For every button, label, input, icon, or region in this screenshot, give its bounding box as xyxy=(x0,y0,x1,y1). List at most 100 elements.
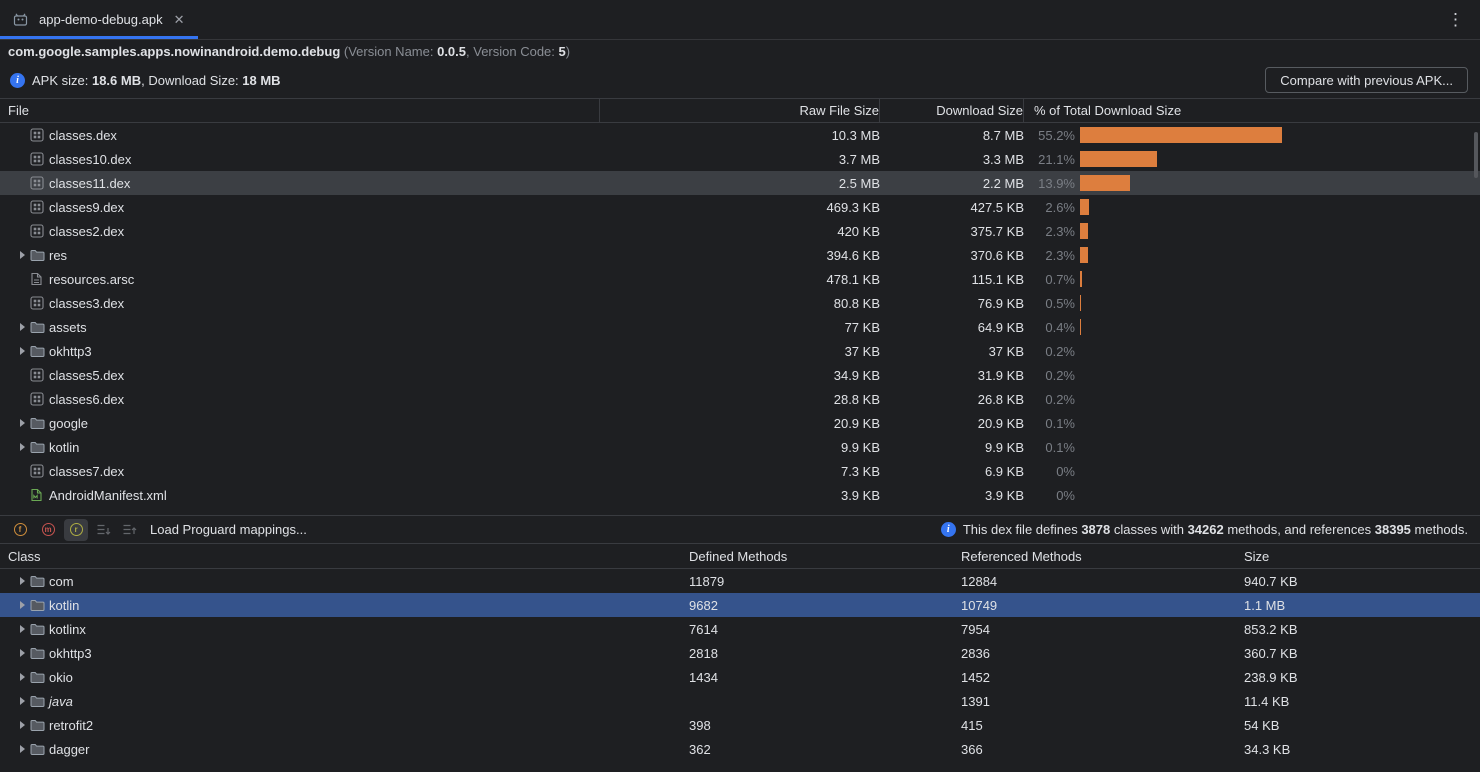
class-row[interactable]: retrofit239841554 KB xyxy=(0,713,1480,737)
file-row[interactable]: classes3.dex80.8 KB76.9 KB0.5% xyxy=(0,291,1480,315)
show-fields-toggle[interactable]: f xyxy=(8,519,32,541)
chevron-right-icon[interactable] xyxy=(14,745,30,753)
class-size: 34.3 KB xyxy=(1240,742,1480,757)
load-proguard-mappings-link[interactable]: Load Proguard mappings... xyxy=(150,522,307,537)
download-size: 375.7 KB xyxy=(880,224,1024,239)
download-size-value: 18 MB xyxy=(242,73,280,88)
class-name-cell: java xyxy=(0,694,685,709)
apk-size-bar: iAPK size: 18.6 MB, Download Size: 18 MB… xyxy=(0,62,1480,98)
class-name: retrofit2 xyxy=(49,718,93,733)
class-table-header: Class Defined Methods Referenced Methods… xyxy=(0,544,1480,569)
raw-file-size: 77 KB xyxy=(600,320,880,335)
chevron-right-icon[interactable] xyxy=(14,625,30,633)
file-row[interactable]: classes10.dex3.7 MB3.3 MB21.1% xyxy=(0,147,1480,171)
dex-toolbar: f m r Load Proguard mappings... iThis de… xyxy=(0,515,1480,544)
pct-of-total: 21.1% xyxy=(1024,152,1080,167)
download-size: 20.9 KB xyxy=(880,416,1024,431)
class-row[interactable]: dagger36236634.3 KB xyxy=(0,737,1480,761)
chevron-right-icon[interactable] xyxy=(14,251,30,259)
class-table-body: com1187912884940.7 KBkotlin9682107491.1 … xyxy=(0,569,1480,761)
dex-referenced-count: 38395 xyxy=(1375,522,1411,537)
chevron-right-icon[interactable] xyxy=(14,347,30,355)
file-row[interactable]: resources.arsc478.1 KB115.1 KB0.7% xyxy=(0,267,1480,291)
download-size: 64.9 KB xyxy=(880,320,1024,335)
more-options-icon[interactable]: ⋮ xyxy=(1431,0,1480,39)
compare-apk-button[interactable]: Compare with previous APK... xyxy=(1265,67,1468,93)
file-row[interactable]: kotlin9.9 KB9.9 KB0.1% xyxy=(0,435,1480,459)
class-row[interactable]: kotlin9682107491.1 MB xyxy=(0,593,1480,617)
referenced-methods: 1452 xyxy=(957,670,1240,685)
file-row[interactable]: classes6.dex28.8 KB26.8 KB0.2% xyxy=(0,387,1480,411)
column-header-file[interactable]: File xyxy=(0,99,600,122)
class-name: com xyxy=(49,574,74,589)
file-row[interactable]: classes.dex10.3 MB8.7 MB55.2% xyxy=(0,123,1480,147)
package-header: com.google.samples.apps.nowinandroid.dem… xyxy=(0,40,1480,62)
apk-size-label: APK size: xyxy=(32,73,92,88)
raw-file-size: 469.3 KB xyxy=(600,200,880,215)
file-row[interactable]: AndroidManifest.xml3.9 KB3.9 KB0% xyxy=(0,483,1480,507)
class-row[interactable]: kotlinx76147954853.2 KB xyxy=(0,617,1480,641)
raw-file-size: 7.3 KB xyxy=(600,464,880,479)
dex-file-icon xyxy=(30,368,49,382)
file-row[interactable]: okhttp337 KB37 KB0.2% xyxy=(0,339,1480,363)
dex-file-icon xyxy=(30,224,49,238)
column-header-raw-size[interactable]: Raw File Size xyxy=(600,99,880,122)
show-references-toggle[interactable]: r xyxy=(64,519,88,541)
file-row[interactable]: classes9.dex469.3 KB427.5 KB2.6% xyxy=(0,195,1480,219)
referenced-methods: 12884 xyxy=(957,574,1240,589)
defined-methods: 9682 xyxy=(685,598,957,613)
collapse-all-icon[interactable] xyxy=(118,519,140,541)
package-folder-icon xyxy=(30,599,49,612)
download-pct-bar xyxy=(1080,363,1480,387)
chevron-right-icon[interactable] xyxy=(14,721,30,729)
class-row[interactable]: com1187912884940.7 KB xyxy=(0,569,1480,593)
chevron-right-icon[interactable] xyxy=(14,697,30,705)
tab-close-icon[interactable]: ✕ xyxy=(174,12,185,28)
class-row[interactable]: okhttp328182836360.7 KB xyxy=(0,641,1480,665)
chevron-right-icon[interactable] xyxy=(14,649,30,657)
package-folder-icon xyxy=(30,647,49,660)
file-row[interactable]: classes7.dex7.3 KB6.9 KB0% xyxy=(0,459,1480,483)
package-folder-icon xyxy=(30,671,49,684)
column-header-referenced-methods[interactable]: Referenced Methods xyxy=(957,549,1240,564)
chevron-right-icon[interactable] xyxy=(14,443,30,451)
show-methods-toggle[interactable]: m xyxy=(36,519,60,541)
bar-fill xyxy=(1080,151,1157,167)
file-name: classes11.dex xyxy=(49,176,130,191)
class-name: kotlin xyxy=(49,598,79,613)
download-size: 115.1 KB xyxy=(880,272,1024,287)
chevron-right-icon[interactable] xyxy=(14,323,30,331)
vertical-scrollbar[interactable] xyxy=(1474,132,1478,178)
chevron-right-icon[interactable] xyxy=(14,419,30,427)
column-header-pct-of-total[interactable]: % of Total Download Size xyxy=(1024,99,1480,122)
column-header-class[interactable]: Class xyxy=(0,549,685,564)
class-row[interactable]: java139111.4 KB xyxy=(0,689,1480,713)
class-row[interactable]: okio14341452238.9 KB xyxy=(0,665,1480,689)
column-header-size[interactable]: Size xyxy=(1240,549,1480,564)
file-row[interactable]: google20.9 KB20.9 KB0.1% xyxy=(0,411,1480,435)
class-name-cell: retrofit2 xyxy=(0,718,685,733)
file-row[interactable]: assets77 KB64.9 KB0.4% xyxy=(0,315,1480,339)
download-size: 3.3 MB xyxy=(880,152,1024,167)
pct-of-total: 0.2% xyxy=(1024,368,1080,383)
dex-info-text-2: classes with xyxy=(1110,522,1187,537)
chevron-right-icon[interactable] xyxy=(14,601,30,609)
file-name: res xyxy=(49,248,67,263)
raw-file-size: 10.3 MB xyxy=(600,128,880,143)
chevron-right-icon[interactable] xyxy=(14,577,30,585)
bar-fill xyxy=(1080,319,1081,335)
raw-file-size: 3.7 MB xyxy=(600,152,880,167)
column-header-defined-methods[interactable]: Defined Methods xyxy=(685,549,957,564)
tab-apk-file[interactable]: app-demo-debug.apk ✕ xyxy=(0,0,198,39)
file-row[interactable]: res394.6 KB370.6 KB2.3% xyxy=(0,243,1480,267)
file-row[interactable]: classes11.dex2.5 MB2.2 MB13.9% xyxy=(0,171,1480,195)
download-size: 3.9 KB xyxy=(880,488,1024,503)
file-row[interactable]: classes2.dex420 KB375.7 KB2.3% xyxy=(0,219,1480,243)
arsc-file-icon xyxy=(30,272,49,286)
chevron-right-icon[interactable] xyxy=(14,673,30,681)
file-row[interactable]: classes5.dex34.9 KB31.9 KB0.2% xyxy=(0,363,1480,387)
file-name-cell: classes10.dex xyxy=(0,152,600,167)
column-header-download-size[interactable]: Download Size xyxy=(880,99,1024,122)
package-folder-icon xyxy=(30,719,49,732)
expand-all-icon[interactable] xyxy=(92,519,114,541)
